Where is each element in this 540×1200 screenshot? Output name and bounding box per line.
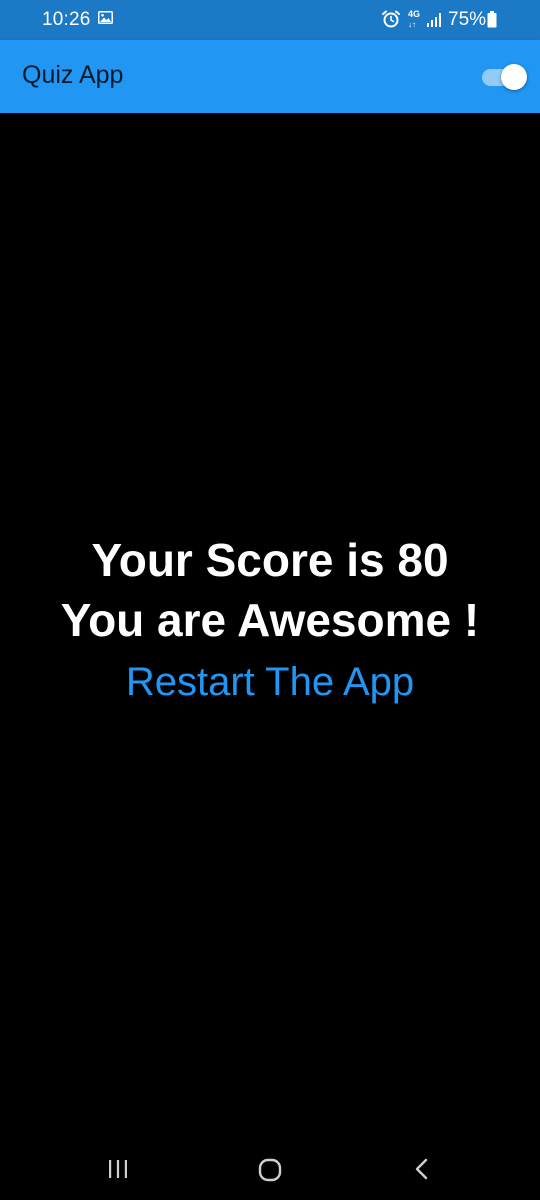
system-nav-bar bbox=[0, 1140, 540, 1200]
back-icon[interactable] bbox=[401, 1152, 441, 1188]
toggle-thumb bbox=[501, 64, 527, 90]
recents-icon[interactable] bbox=[98, 1152, 138, 1188]
status-bar: 10:26 4G ↓↑ 75% bbox=[0, 0, 540, 40]
status-time: 10:26 bbox=[42, 9, 91, 30]
theme-toggle-switch[interactable] bbox=[480, 64, 528, 90]
gallery-notification-icon bbox=[98, 11, 113, 24]
app-title: Quiz App bbox=[22, 61, 124, 89]
home-icon[interactable] bbox=[250, 1152, 290, 1188]
restart-button[interactable]: Restart The App bbox=[126, 652, 414, 712]
battery-icon bbox=[487, 11, 497, 28]
network-type-label: 4G ↓↑ bbox=[408, 9, 421, 29]
signal-strength-icon bbox=[427, 13, 441, 27]
result-panel: Your Score is 80 You are Awesome ! Resta… bbox=[0, 530, 540, 712]
battery-percent: 75% bbox=[448, 9, 487, 30]
app-bar: Quiz App bbox=[0, 40, 540, 113]
score-text: Your Score is 80 bbox=[91, 534, 449, 586]
alarm-icon bbox=[382, 10, 400, 28]
result-message: You are Awesome ! bbox=[60, 594, 480, 646]
